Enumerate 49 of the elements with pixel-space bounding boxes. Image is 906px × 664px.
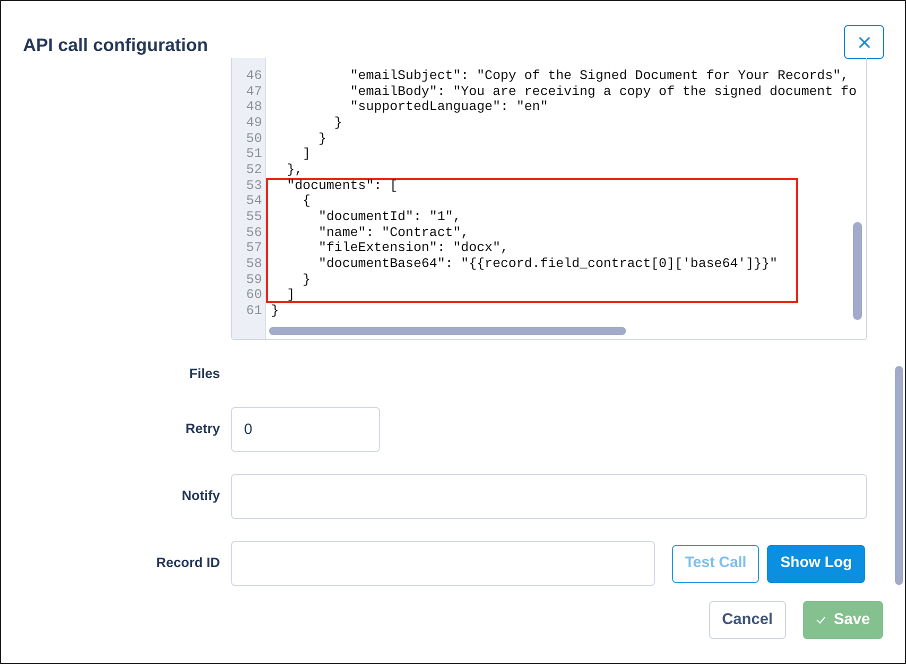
- close-button[interactable]: [844, 25, 884, 59]
- line-number: 46: [245, 68, 263, 84]
- code-line: "emailSubject": "Copy of the Signed Document for Your Records",: [349, 68, 850, 84]
- code-line: }: [333, 114, 344, 131]
- code-line: }: [270, 302, 280, 318]
- line-number: 51: [245, 146, 263, 162]
- line-number: 61: [245, 302, 263, 318]
- check-icon: [816, 616, 826, 624]
- horizontal-scrollbar[interactable]: [269, 327, 626, 335]
- line-number: 53: [245, 178, 263, 194]
- highlighted-code-line: "fileExtension": "docx",: [266, 240, 798, 256]
- line-number: 54: [245, 193, 263, 209]
- line-number: 58: [245, 256, 263, 272]
- line-number: 55: [245, 208, 263, 225]
- field-label: Files: [188, 364, 220, 383]
- line-number: 49: [245, 114, 263, 131]
- dialog-scrollbar[interactable]: [895, 366, 903, 585]
- vertical-scrollbar[interactable]: [853, 222, 862, 320]
- line-number: 47: [245, 84, 263, 100]
- line-number: 52: [245, 162, 263, 178]
- field-label: Record ID: [155, 554, 220, 572]
- highlighted-code-line: }: [266, 272, 798, 288]
- field-label: Retry: [184, 420, 220, 438]
- code-editor[interactable]: [231, 58, 867, 340]
- input-field[interactable]: 0: [231, 407, 380, 452]
- highlighted-code-line: "name": "Contract",: [266, 224, 798, 240]
- line-number: 57: [245, 240, 263, 256]
- code-line: "emailBody": "You are receiving a copy of the signed document fo: [349, 84, 858, 100]
- code-line: }: [317, 130, 328, 146]
- line-number: 56: [245, 224, 263, 240]
- input-field[interactable]: [231, 541, 655, 586]
- highlighted-code-line: ]: [266, 287, 798, 303]
- dialog-title: API call configuration: [23, 34, 208, 56]
- highlighted-code-line: "documents": [: [266, 178, 798, 194]
- line-number: 48: [245, 99, 263, 115]
- highlighted-code-line: {: [266, 193, 798, 209]
- cancel-button[interactable]: Cancel: [708, 601, 786, 639]
- code-line: },: [286, 162, 304, 178]
- line-number: 59: [245, 272, 263, 288]
- line-number: 60: [245, 287, 263, 303]
- code-line: ]: [302, 146, 312, 162]
- primary-action-button[interactable]: Show Log: [767, 544, 866, 582]
- highlighted-code-line: "documentId": "1",: [266, 208, 798, 225]
- highlighted-code-line: "documentBase64": "{{record.field_contract[0]['base64']}}": [266, 256, 798, 272]
- code-line: "supportedLanguage": "en": [349, 99, 549, 115]
- input-field[interactable]: [231, 474, 867, 519]
- line-number: 50: [245, 130, 263, 146]
- field-label: Notify: [180, 487, 220, 506]
- close-icon: [858, 36, 870, 48]
